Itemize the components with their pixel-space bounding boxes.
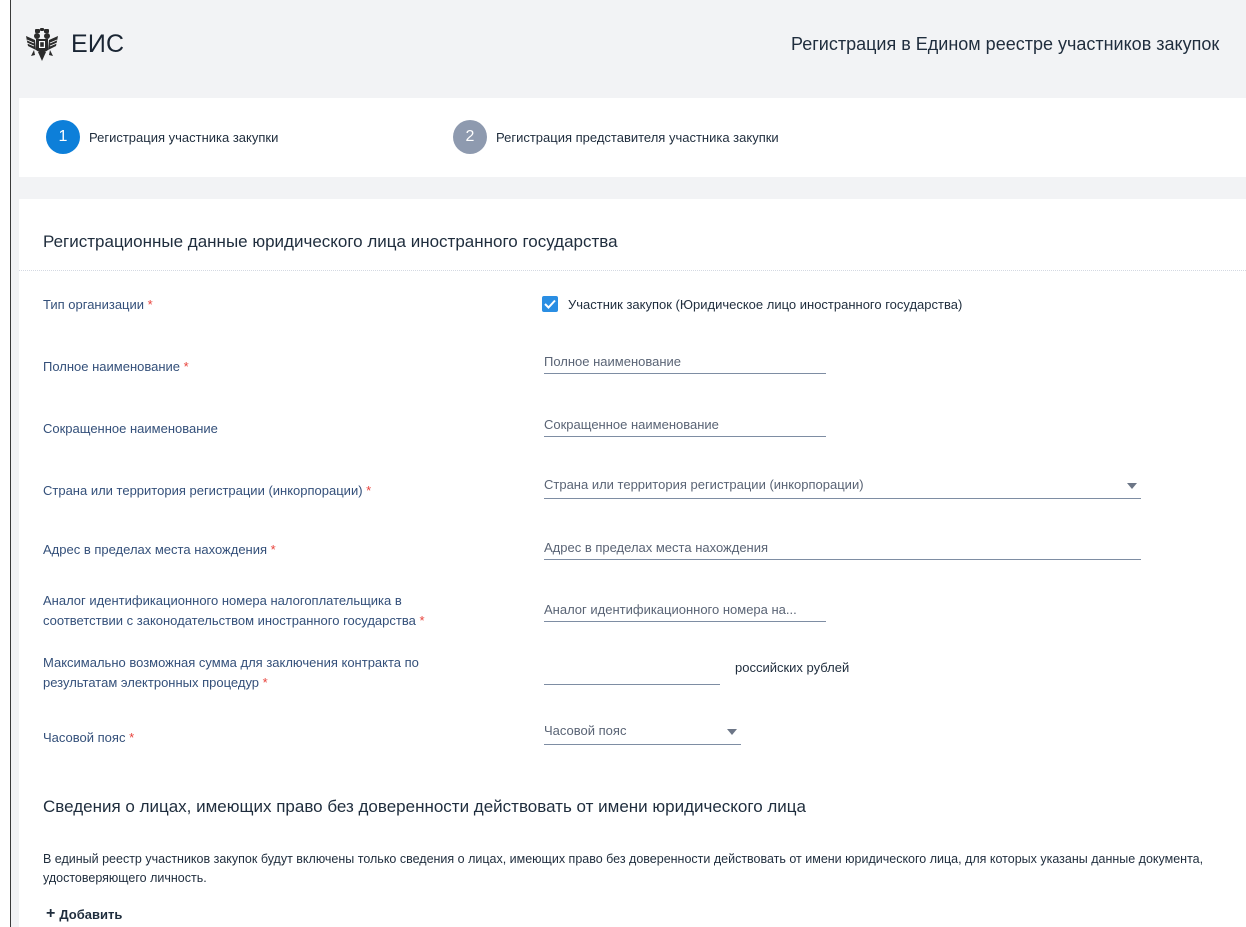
short-name-label: Сокращенное наименование — [43, 421, 218, 436]
step-label: Регистрация участника закупки — [89, 129, 279, 145]
registration-form: Регистрационные данные юридического лица… — [19, 199, 1246, 927]
plus-icon: + — [46, 905, 56, 922]
timezone-label: Часовой пояс * — [43, 730, 135, 745]
required-mark: * — [270, 542, 276, 557]
country-select[interactable]: Страна или территория регистрации (инкор… — [544, 474, 1141, 499]
tax-id-label: Аналог идентификационного номера налогоп… — [43, 593, 425, 628]
section-title-legal-entity: Регистрационные данные юридического лица… — [43, 232, 618, 251]
step-participant-registration[interactable]: 1 Регистрация участника закупки — [46, 120, 278, 154]
tax-id-input[interactable] — [544, 597, 826, 622]
section-title-persons: Сведения о лицах, имеющих право без дове… — [43, 797, 806, 816]
step-number: 1 — [46, 120, 80, 154]
short-name-input[interactable] — [544, 412, 826, 437]
persons-info-note: В единый реестр участников закупок будут… — [43, 852, 1204, 885]
required-mark: * — [129, 730, 135, 745]
org-type-label: Тип организации * — [43, 297, 153, 312]
step-label: Регистрация представителя участника заку… — [496, 129, 779, 145]
max-sum-label: Максимально возможная сумма для заключен… — [43, 655, 419, 690]
org-type-checkbox-label: Участник закупок (Юридическое лицо иност… — [568, 296, 963, 312]
required-mark: * — [262, 675, 268, 690]
timezone-select-value: Часовой пояс — [544, 723, 627, 738]
step-representative-registration[interactable]: 2 Регистрация представителя участника за… — [453, 120, 779, 154]
registration-stepper: 1 Регистрация участника закупки 2 Регист… — [19, 98, 1246, 177]
step-number: 2 — [453, 120, 487, 154]
double-eagle-emblem-icon[interactable] — [25, 28, 59, 62]
section-divider — [19, 270, 1246, 271]
address-label: Адрес в пределах места нахождения * — [43, 542, 276, 557]
add-person-button[interactable]: + Добавить — [46, 905, 122, 923]
checkbox-checked-icon[interactable] — [542, 296, 558, 312]
site-header: ЕИС Регистрация в Едином реестре участни… — [11, 0, 1246, 90]
org-type-checkbox[interactable]: Участник закупок (Юридическое лицо иност… — [542, 296, 962, 312]
full-name-label: Полное наименование * — [43, 359, 189, 374]
required-mark: * — [366, 483, 372, 498]
brand-name[interactable]: ЕИС — [71, 30, 124, 59]
required-mark: * — [183, 359, 189, 374]
required-mark: * — [419, 613, 425, 628]
page-title: Регистрация в Едином реестре участников … — [791, 34, 1220, 54]
currency-unit-label: российских рублей — [735, 660, 850, 675]
timezone-select[interactable]: Часовой пояс — [544, 720, 741, 745]
country-select-value: Страна или территория регистрации (инкор… — [544, 477, 864, 492]
address-input[interactable] — [544, 535, 1141, 560]
chevron-down-icon — [727, 729, 737, 735]
chevron-down-icon — [1127, 483, 1137, 489]
country-label: Страна или территория регистрации (инкор… — [43, 483, 372, 498]
max-sum-input[interactable] — [544, 660, 720, 685]
required-mark: * — [147, 297, 153, 312]
add-person-label: Добавить — [59, 906, 123, 922]
page-canvas: ЕИС Регистрация в Едином реестре участни… — [11, 0, 1246, 927]
full-name-input[interactable] — [544, 349, 826, 374]
